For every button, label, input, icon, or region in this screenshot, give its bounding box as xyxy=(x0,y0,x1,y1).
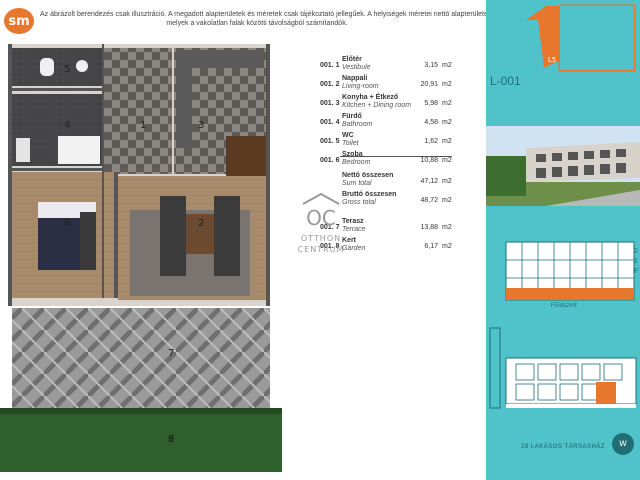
room-row: 001. 6 Szoba Bedroom 10,88 m2 xyxy=(310,151,470,170)
unit-marker: L5 xyxy=(548,56,556,64)
room-unit: m2 xyxy=(442,119,452,126)
disclaimer-line-1: Az ábrázolt berendezés csak illusztráció… xyxy=(40,11,494,18)
room-unit: m2 xyxy=(442,138,452,145)
agency-mark: OC xyxy=(306,206,336,228)
room-sub: Sum total xyxy=(342,180,372,187)
room-no: 001. 5 xyxy=(320,138,340,145)
room-val: 6,17 xyxy=(424,243,438,250)
room-val: 1,62 xyxy=(424,138,438,145)
agency-house-icon: OC xyxy=(302,192,340,230)
plan-label-2: 2 xyxy=(198,218,204,229)
building-photo xyxy=(486,126,640,206)
room-no: 001. 3 xyxy=(320,100,340,107)
disclaimer: Az ábrázolt berendezés csak illusztráció… xyxy=(40,10,494,28)
room-val: 20,91 xyxy=(420,81,438,88)
floor-plan: 5 4 1 3 6 2 7 8 xyxy=(0,44,282,472)
room-name: Előtér xyxy=(342,56,362,63)
room-row: 001. 3 Konyha + Étkező Kitchen + Dining ro… xyxy=(310,94,470,113)
room-unit: m2 xyxy=(442,81,452,88)
room-sub: Bathroom xyxy=(342,121,373,128)
room-sub: Vestibule xyxy=(342,64,371,71)
room-val: 13,88 xyxy=(420,224,438,231)
room-name: Nettó összesen xyxy=(342,172,394,179)
room-row: 001. 4 Fürdő Bathroom 4,58 m2 xyxy=(310,113,470,132)
room-unit: m2 xyxy=(442,62,452,69)
building-elevation: Földszint xyxy=(505,241,635,308)
plan-label-1: 1 xyxy=(140,120,146,131)
site-plan xyxy=(489,327,637,409)
room-row: 001. 2 Nappali Living-room 20,91 m2 xyxy=(310,75,470,94)
room-unit: m2 xyxy=(442,224,452,231)
room-no: 001. 1 xyxy=(320,62,340,69)
sidebar-panel: L5 L-001 Földszint 2 1 F 28 LAKÁSOS TÁRS… xyxy=(486,0,640,480)
plan-label-8: 8 xyxy=(168,434,174,445)
room-sub: Bedroom xyxy=(342,159,371,166)
room-val: 3,15 xyxy=(424,62,438,69)
disclaimer-line-2: melyek a vakolatlan falak közötti távols… xyxy=(166,20,348,27)
room-val: 5,98 xyxy=(424,100,438,107)
room-val: 4,58 xyxy=(424,119,438,126)
room-row: Nettó összesen Sum total 47,12 m2 xyxy=(310,172,470,191)
room-sub: Toilet xyxy=(342,140,359,147)
room-val: 10,88 xyxy=(420,157,438,164)
plan-label-7: 7 xyxy=(168,348,174,359)
room-unit: m2 xyxy=(442,157,452,164)
room-row: 001. 1 Előtér Vestibule 3,15 m2 xyxy=(310,56,470,75)
plan-label-4: 4 xyxy=(64,120,70,131)
agency-name-line2: CENTRUM xyxy=(297,245,345,254)
room-val: 47,12 xyxy=(420,178,438,185)
room-sub: Kitchen + Dining room xyxy=(342,102,412,109)
room-unit: m2 xyxy=(442,178,452,185)
room-name: Nappali xyxy=(342,75,368,82)
unit-code: L-001 xyxy=(490,74,521,88)
brand-logo-text: sm xyxy=(8,13,30,29)
room-name: Bruttó összesen xyxy=(342,191,397,198)
table-separator xyxy=(340,156,452,157)
room-no: 001. 2 xyxy=(320,81,340,88)
room-val: 48,72 xyxy=(420,197,438,204)
agency-name-line1: OTTHON xyxy=(300,234,342,243)
room-sub: Living-room xyxy=(342,83,379,90)
room-row: 001. 5 WC Toilet 1,62 m2 xyxy=(310,132,470,151)
plan-label-5: 5 xyxy=(64,64,70,75)
floor-number-1: 1 xyxy=(634,258,638,265)
room-no: 001. 6 xyxy=(320,157,340,164)
room-name: Konyha + Étkező xyxy=(342,94,399,101)
plan-label-6: 6 xyxy=(64,218,70,229)
room-name: Fürdő xyxy=(342,113,362,120)
room-sub: Gross total xyxy=(342,199,376,206)
developer-logo: w xyxy=(612,433,634,455)
room-name: WC xyxy=(342,132,354,139)
room-unit: m2 xyxy=(442,197,452,204)
room-unit: m2 xyxy=(442,243,452,250)
brand-logo: sm xyxy=(4,8,34,34)
elevation-label: Földszint xyxy=(551,302,578,308)
floor-number-f: F xyxy=(634,268,639,275)
room-no: 001. 4 xyxy=(320,119,340,126)
agency-logo: OC OTTHON CENTRUM xyxy=(296,192,346,255)
room-unit: m2 xyxy=(442,100,452,107)
unit-key-plan: L5 xyxy=(526,4,636,72)
floor-number-2: 2 xyxy=(634,248,638,255)
plan-label-3: 3 xyxy=(198,120,204,131)
